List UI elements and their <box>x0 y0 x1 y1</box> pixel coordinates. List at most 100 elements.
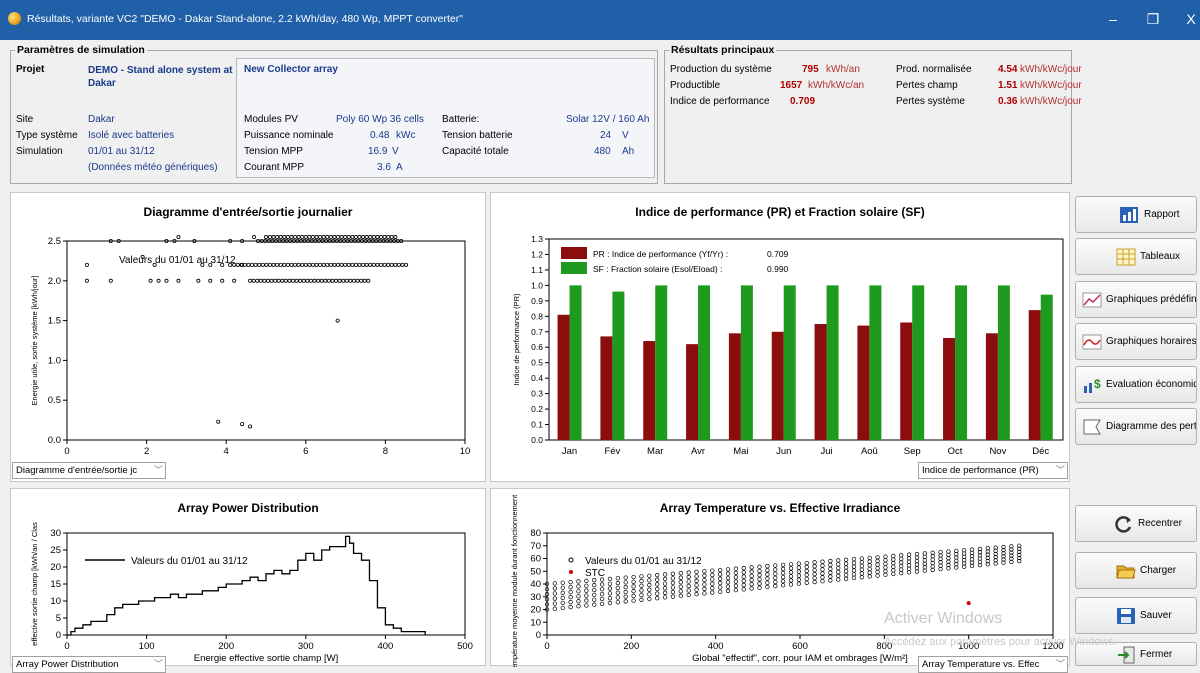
x-tick-label: 600 <box>792 641 808 652</box>
pertes-champ-label: Pertes champ <box>896 80 958 91</box>
y-tick-label: 5 <box>56 613 61 624</box>
window-title: Résultats, variante VC2 "DEMO - Dakar St… <box>27 13 463 25</box>
pr-bar <box>728 333 741 440</box>
y-tick-label: 0.3 <box>531 389 543 399</box>
prod-norm-value: 4.54 <box>998 64 1018 75</box>
sf-bar <box>783 285 796 440</box>
minimize-button[interactable]: – <box>1100 9 1126 29</box>
legend-label: Valeurs du 01/01 au 31/12 <box>131 556 248 567</box>
x-tick-label: Jan <box>562 446 577 457</box>
productible-label: Productible <box>670 80 721 91</box>
courant-mpp-label: Courant MPP <box>244 162 305 173</box>
temp-chart-dropdown[interactable]: Array Temperature vs. Effec ﹀ <box>918 656 1068 673</box>
y-tick-label: 2.5 <box>48 236 61 247</box>
apd-chart-panel: Array Power Distribution 0 100 200 300 400 50… <box>10 488 486 666</box>
data-point <box>368 235 373 240</box>
y-tick-label: 20 <box>530 605 541 616</box>
y-tick-label: 15 <box>50 579 61 590</box>
charger-label: Charger <box>1140 565 1177 576</box>
y-tick-label: 1.5 <box>48 316 61 327</box>
data-point <box>263 235 268 240</box>
sf-bar <box>740 285 753 440</box>
close-button[interactable]: X <box>1178 9 1200 29</box>
x-tick-label: 10 <box>460 446 471 457</box>
x-tick-label: 0 <box>544 641 549 652</box>
data-point <box>361 235 366 240</box>
charger-button[interactable]: Charger <box>1075 552 1197 589</box>
legend-label: SF : Fraction solaire (Esol/Eload) : <box>593 264 722 274</box>
x-tick-label: 0 <box>64 641 69 652</box>
x-tick-label: 200 <box>218 641 234 652</box>
svg-text:$: $ <box>1094 377 1101 391</box>
prod-norm-unit: kWh/kWc/jour <box>1020 64 1082 75</box>
modules-value: Poly 60 Wp 36 cells <box>336 114 424 125</box>
x-tick-label: Oct <box>948 446 963 457</box>
pr-bar <box>900 322 913 440</box>
folder-open-icon <box>1116 565 1136 579</box>
loss-diagram-icon <box>1083 419 1101 435</box>
maximize-button[interactable]: ❐ <box>1140 9 1166 29</box>
io-chart-svg: 02468100.00.51.01.52.02.5Global incident… <box>30 235 471 457</box>
data-point <box>328 235 333 240</box>
tension-batt-unit: V <box>622 130 629 141</box>
indice-value: 0.709 <box>790 96 816 107</box>
x-tick-label: 400 <box>377 641 393 652</box>
legend-label: Valeurs du 01/01 au 31/12 <box>119 255 236 266</box>
diagramme-pertes-button[interactable]: Diagramme des pertes <box>1075 408 1197 445</box>
data-point <box>307 235 312 240</box>
y-axis-label: Température moyenne module durant foncti… <box>510 494 519 667</box>
apd-chart-dropdown[interactable]: Array Power Distribution ﹀ <box>12 656 166 673</box>
apd-dropdown-value: Array Power Distribution <box>16 659 119 670</box>
modules-label: Modules PV <box>244 114 298 125</box>
pr-bar <box>1028 310 1041 440</box>
refresh-icon <box>1115 516 1132 533</box>
graphiques-predef-button[interactable]: Graphiques prédéfinis <box>1075 281 1197 318</box>
report-icon <box>1120 207 1138 223</box>
data-point <box>176 235 181 240</box>
data-point <box>332 235 337 240</box>
recentrer-button[interactable]: Recentrer <box>1075 505 1197 542</box>
pertes-sys-unit: kWh/kWc/jour <box>1020 96 1082 107</box>
y-tick-label: 60 <box>530 554 541 565</box>
simulation-label: Simulation <box>16 146 63 157</box>
rapport-button[interactable]: Rapport <box>1075 196 1197 233</box>
y-tick-label: 1.3 <box>531 234 543 244</box>
pertes-sys-label: Pertes système <box>896 96 965 107</box>
sf-bar <box>869 285 882 440</box>
evaluation-eco-button[interactable]: $ Evaluation économique <box>1075 366 1197 403</box>
tension-mpp-label: Tension MPP <box>244 146 303 157</box>
type-value: Isolé avec batteries <box>88 130 175 141</box>
productible-value: 1657 <box>780 80 803 91</box>
x-tick-label: 0 <box>64 446 69 457</box>
sauver-label: Sauver <box>1140 610 1172 621</box>
x-tick-label: 200 <box>623 641 639 652</box>
sauver-button[interactable]: Sauver <box>1075 597 1197 634</box>
y-tick-label: 20 <box>50 562 61 573</box>
tableaux-label: Tableaux <box>1140 251 1181 262</box>
table-icon <box>1116 248 1136 266</box>
y-tick-label: 0.1 <box>531 420 543 430</box>
sf-bar <box>612 291 625 440</box>
legend-label: STC <box>585 568 605 579</box>
x-tick-label: 4 <box>224 446 229 457</box>
data-point <box>336 235 341 240</box>
pr-chart-dropdown[interactable]: Indice de performance (PR) ﹀ <box>918 462 1068 479</box>
tableaux-button[interactable]: Tableaux <box>1075 238 1197 275</box>
projet-value: DEMO - Stand alone system at Dakar <box>88 65 233 89</box>
y-tick-label: 0.2 <box>531 404 543 414</box>
pr-dropdown-value: Indice de performance (PR) <box>922 465 1039 476</box>
graphiques-horaires-button[interactable]: Graphiques horaires <box>1075 323 1197 360</box>
y-tick-label: 10 <box>530 617 541 628</box>
legend-label: Valeurs du 01/01 au 31/12 <box>585 556 702 567</box>
x-tick-label: Nov <box>989 446 1006 457</box>
pr-legend-swatch <box>561 247 587 259</box>
y-tick-label: 30 <box>50 528 61 539</box>
data-point <box>343 235 348 240</box>
x-tick-label: Aoû <box>861 446 878 457</box>
meteo-note: (Données météo génériques) <box>88 162 218 173</box>
pertes-champ-value: 1.51 <box>998 80 1018 91</box>
x-tick-label: Fév <box>604 446 620 457</box>
data-point <box>364 235 369 240</box>
collector-title: New Collector array <box>244 64 338 75</box>
io-chart-dropdown[interactable]: Diagramme d'entrée/sortie jc ﹀ <box>12 462 166 479</box>
